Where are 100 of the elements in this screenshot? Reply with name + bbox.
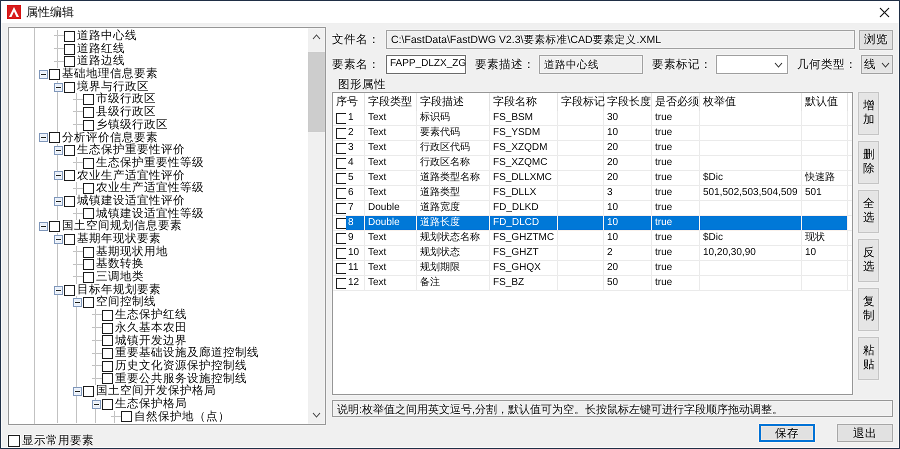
scroll-up-icon[interactable] xyxy=(312,34,321,40)
table-row[interactable]: 5 Text 道路类型名称 FS_DLLXMC 20 true $Dic 快速路 xyxy=(346,171,848,185)
tree-item[interactable]: 乡镇级行政区 xyxy=(94,118,168,132)
table-row[interactable]: 11 Text 规划期限 FS_GHQX 20 true xyxy=(346,261,848,275)
collapse-icon[interactable] xyxy=(92,400,101,409)
checkbox[interactable] xyxy=(102,373,113,384)
checkbox[interactable] xyxy=(102,335,113,346)
checkbox[interactable] xyxy=(336,278,346,288)
tree-item[interactable]: 历史文化资源保护控制线 xyxy=(113,360,247,373)
checkbox[interactable] xyxy=(64,145,75,156)
browse-button[interactable]: 浏览 xyxy=(859,30,893,50)
tree-item[interactable]: 城镇建设适宜性评价 xyxy=(75,194,185,208)
checkbox[interactable] xyxy=(49,68,60,80)
checkbox[interactable] xyxy=(336,188,346,198)
collapse-icon[interactable] xyxy=(54,196,63,206)
checkbox[interactable] xyxy=(121,411,132,422)
checkbox[interactable] xyxy=(64,56,75,68)
checkbox[interactable] xyxy=(102,322,113,334)
checkbox[interactable] xyxy=(64,170,75,182)
checkbox[interactable] xyxy=(336,112,346,124)
scrollbar[interactable] xyxy=(308,28,325,424)
collapse-icon[interactable] xyxy=(39,133,48,142)
checkbox[interactable] xyxy=(336,202,346,214)
checkbox[interactable] xyxy=(102,360,113,372)
collapse-icon[interactable] xyxy=(39,70,48,79)
tree-item[interactable]: 重要基础设施及廊道控制线 xyxy=(113,347,259,360)
checkbox[interactable] xyxy=(64,284,75,296)
table-row[interactable]: 12 Text 备注 FS_BZ 50 true xyxy=(346,276,848,290)
tree-item[interactable]: 永久基本农田 xyxy=(113,322,187,335)
side-button[interactable]: 复制 xyxy=(858,288,879,331)
checkbox[interactable] xyxy=(64,30,75,42)
checkbox[interactable] xyxy=(336,128,346,138)
collapse-icon[interactable] xyxy=(54,146,63,156)
checkbox[interactable] xyxy=(336,218,346,228)
checkbox[interactable] xyxy=(83,272,94,283)
column-header[interactable]: 序号 xyxy=(333,93,365,111)
checkbox[interactable] xyxy=(8,434,20,446)
checkbox[interactable] xyxy=(336,232,346,244)
column-header[interactable]: 字段类型 xyxy=(365,93,417,111)
tree-item[interactable]: 基数转换 xyxy=(94,258,144,272)
tree-item[interactable]: 基础地理信息要素 xyxy=(60,68,158,81)
checkbox[interactable] xyxy=(64,44,75,55)
tree-item[interactable]: 基期年现状要素 xyxy=(75,233,161,246)
tree-item[interactable]: 空间控制线 xyxy=(94,296,156,310)
checkbox[interactable] xyxy=(336,142,346,154)
scroll-down-icon[interactable] xyxy=(312,412,321,418)
tree-item[interactable]: 基期现状用地 xyxy=(94,246,168,258)
checkbox[interactable] xyxy=(336,262,346,274)
checkbox[interactable] xyxy=(336,158,346,168)
tree-item[interactable]: 分析评价信息要素 xyxy=(60,132,158,144)
side-button[interactable]: 增加 xyxy=(858,92,879,135)
file-path-field[interactable]: C:\FastData\FastDWG V2.3\要素标准\CAD要素定义.XML xyxy=(386,30,855,49)
side-button[interactable]: 删除 xyxy=(858,141,879,184)
checkbox[interactable] xyxy=(83,297,94,308)
table-row[interactable]: 8 Double 道路长度 FD_DLCD 10 true xyxy=(346,216,848,230)
collapse-icon[interactable] xyxy=(73,387,82,396)
checkbox[interactable] xyxy=(83,106,94,118)
tree-item[interactable]: 境界与行政区 xyxy=(75,80,149,94)
collapse-icon[interactable] xyxy=(54,286,63,295)
checkbox[interactable] xyxy=(83,120,94,131)
checkbox[interactable] xyxy=(64,196,75,207)
dialog-button[interactable]: 保存 xyxy=(759,424,815,442)
tree-item[interactable]: 国土空间开发保护格局 xyxy=(94,385,216,398)
checkbox[interactable] xyxy=(102,310,113,321)
collapse-icon[interactable] xyxy=(39,222,48,232)
collapse-icon[interactable] xyxy=(54,234,63,244)
checkbox[interactable] xyxy=(64,82,75,93)
side-button[interactable]: 全选 xyxy=(858,190,879,233)
tree-item[interactable]: 农业生产适宜性等级 xyxy=(94,182,204,195)
geometry-dropdown[interactable]: 线 xyxy=(861,55,893,74)
column-header[interactable]: 字段长度 xyxy=(604,93,652,111)
tree-item[interactable]: 目标年规划要素 xyxy=(75,284,161,296)
column-header[interactable]: 字段描述 xyxy=(417,93,490,111)
checkbox[interactable] xyxy=(83,208,94,220)
tree-item[interactable]: 县级行政区 xyxy=(94,106,156,119)
checkbox[interactable] xyxy=(83,246,94,258)
collapse-icon[interactable] xyxy=(73,298,82,308)
checkbox[interactable] xyxy=(83,158,94,169)
description-field[interactable]: 道路中心线 xyxy=(539,55,643,74)
checkbox[interactable] xyxy=(83,94,94,106)
checkbox[interactable] xyxy=(83,183,94,194)
tree-item[interactable]: 重要公共服务设施控制线 xyxy=(113,372,247,386)
tree-item[interactable]: 自然保护地（点） xyxy=(132,410,230,424)
tree-item[interactable]: 生态保护重要性评价 xyxy=(75,144,185,157)
table-row[interactable]: 3 Text 行政区代码 FS_XZQDM 20 true xyxy=(346,141,848,155)
checkbox[interactable] xyxy=(336,248,346,258)
table-row[interactable]: 6 Text 道路类型 FS_DLLX 3 true 501,502,503,504,509 501 xyxy=(346,186,848,200)
table-row[interactable]: 10 Text 规划状态 FS_GHZT 2 true 10,20,30,90 10 xyxy=(346,246,848,260)
column-header[interactable]: 是否必须 xyxy=(652,93,700,111)
tree-item[interactable]: 生态保护格局 xyxy=(113,398,187,411)
checkbox[interactable] xyxy=(49,221,60,232)
tree-item[interactable]: 农业生产适宜性评价 xyxy=(75,170,185,182)
tree-item[interactable]: 城镇开发边界 xyxy=(113,334,187,348)
dialog-button[interactable]: 退出 xyxy=(837,424,893,442)
column-header[interactable]: 枚举值 xyxy=(700,93,802,111)
tree-item[interactable]: 城镇建设适宜性等级 xyxy=(94,208,204,220)
checkbox[interactable] xyxy=(83,386,94,398)
tree-item[interactable]: 生态保护红线 xyxy=(113,309,187,322)
checkbox[interactable] xyxy=(83,259,94,270)
column-header[interactable]: 默认值 xyxy=(802,93,848,111)
